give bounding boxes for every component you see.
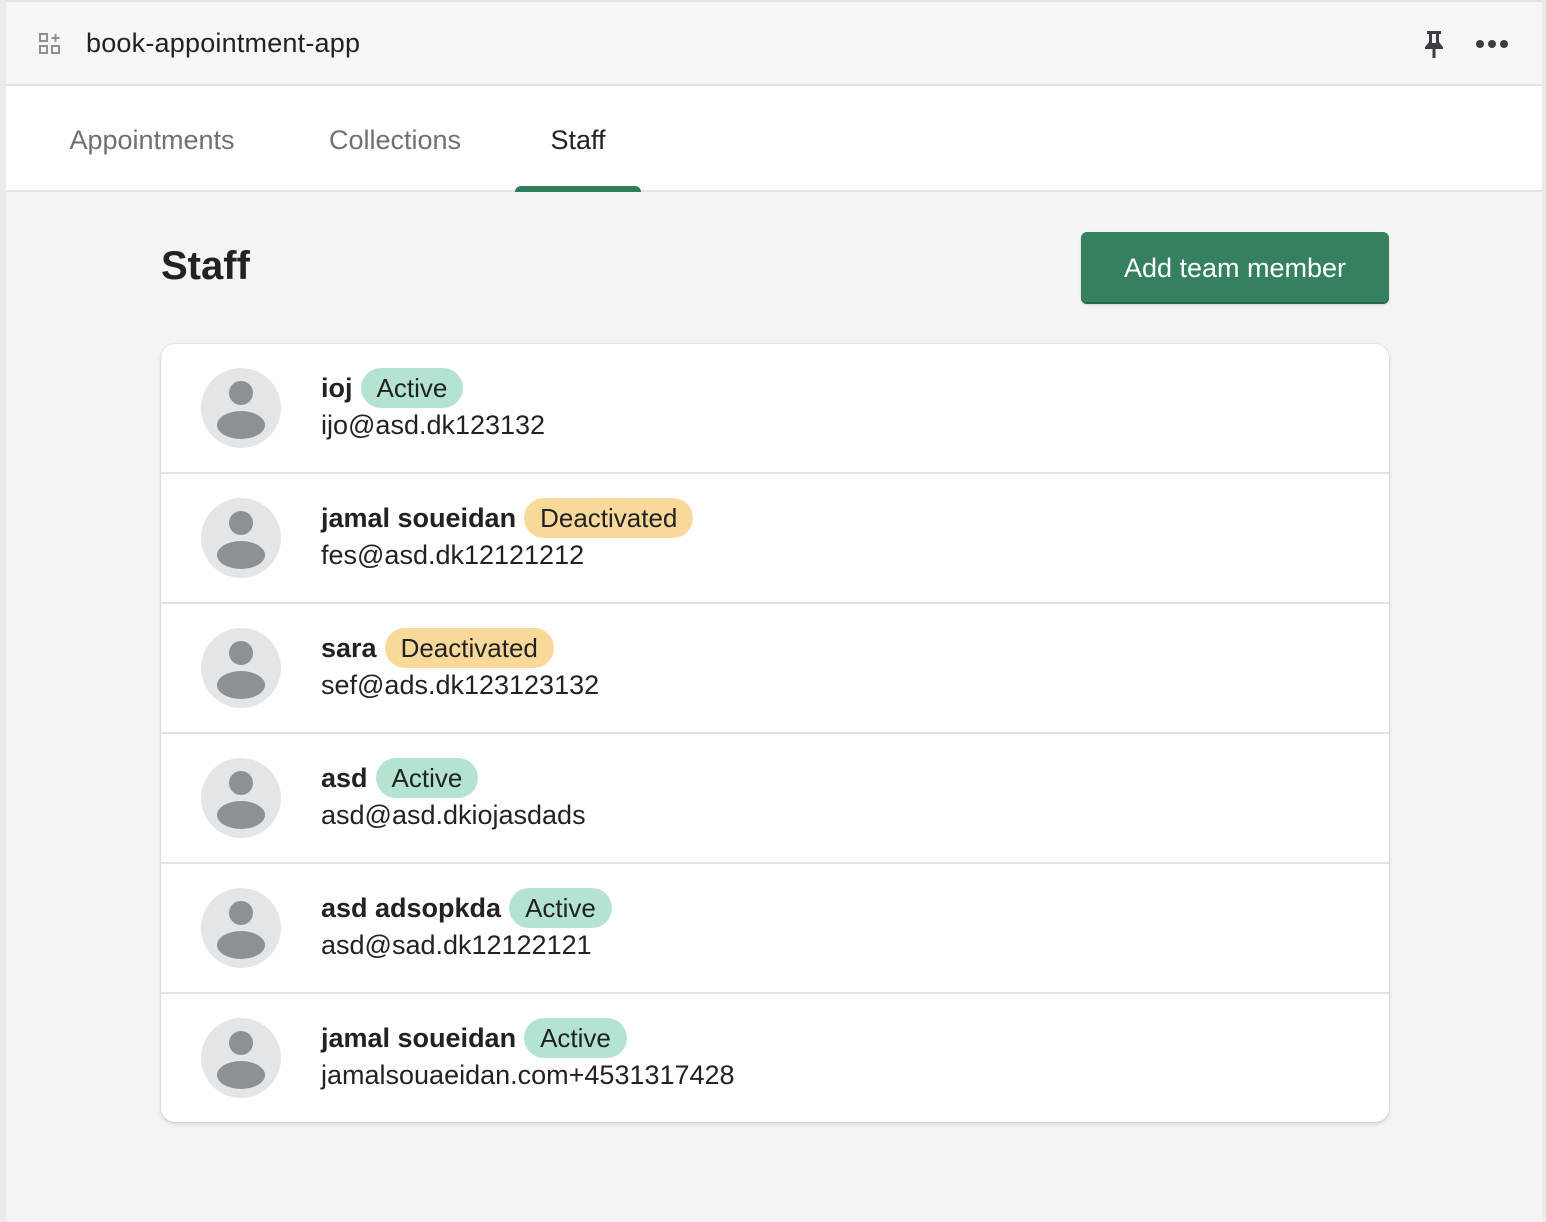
- staff-email: jamalsouaeidan.com+4531317428: [321, 1060, 735, 1090]
- staff-name-line: jamal soueidan Active: [321, 1018, 627, 1058]
- staff-name: asd: [321, 762, 368, 793]
- add-team-member-button[interactable]: Add team member: [1081, 232, 1389, 304]
- staff-name: asd adsopkda: [321, 892, 502, 923]
- staff-list: ioj Active ijo@asd.dk123132 jamal soueid…: [161, 344, 1389, 1122]
- staff-row[interactable]: sara Deactivated sef@ads.dk123123132: [161, 604, 1389, 734]
- staff-row[interactable]: jamal soueidan Active jamalsouaeidan.com…: [161, 994, 1389, 1122]
- page-title: Staff: [161, 244, 250, 288]
- app-frame: book-appointment-app Appointments Collec…: [0, 0, 1546, 1222]
- staff-name-line: sara Deactivated: [321, 628, 554, 668]
- status-badge: Active: [524, 1018, 627, 1058]
- staff-name: sara: [321, 632, 377, 663]
- staff-email: ijo@asd.dk123132: [321, 410, 546, 440]
- staff-email: sef@ads.dk123123132: [321, 670, 600, 700]
- tab-collections[interactable]: Collections: [310, 86, 480, 190]
- pin-icon[interactable]: [1420, 28, 1448, 60]
- staff-row[interactable]: asd Active asd@asd.dkiojasdads: [161, 734, 1389, 864]
- status-badge: Deactivated: [384, 628, 554, 668]
- tab-bar: Appointments Collections Staff: [6, 86, 1542, 192]
- avatar-placeholder-icon: [201, 1018, 281, 1098]
- avatar-placeholder-icon: [201, 368, 281, 448]
- staff-name-line: ioj Active: [321, 368, 464, 408]
- staff-email: asd@asd.dkiojasdads: [321, 800, 586, 830]
- staff-email: asd@sad.dk12122121: [321, 930, 592, 960]
- avatar-placeholder-icon: [201, 498, 281, 578]
- app-header: book-appointment-app: [6, 0, 1542, 86]
- status-badge: Active: [509, 888, 612, 928]
- app-title: book-appointment-app: [86, 28, 361, 58]
- status-badge: Deactivated: [524, 498, 694, 538]
- active-tab-indicator: [515, 186, 641, 192]
- staff-name: jamal soueidan: [321, 502, 517, 533]
- status-badge: Active: [360, 368, 464, 408]
- staff-name: jamal soueidan: [321, 1022, 517, 1053]
- staff-row[interactable]: ioj Active ijo@asd.dk123132: [161, 344, 1389, 474]
- avatar-placeholder-icon: [201, 888, 281, 968]
- apps-icon: [38, 32, 62, 56]
- avatar-placeholder-icon: [201, 758, 281, 838]
- staff-name-line: asd Active: [321, 758, 479, 798]
- staff-row[interactable]: jamal soueidan Deactivated fes@asd.dk121…: [161, 474, 1389, 604]
- tab-staff[interactable]: Staff: [515, 86, 641, 190]
- staff-email: fes@asd.dk12121212: [321, 540, 585, 570]
- status-badge: Active: [375, 758, 479, 798]
- staff-row[interactable]: asd adsopkda Active asd@sad.dk12122121: [161, 864, 1389, 994]
- avatar-placeholder-icon: [201, 628, 281, 708]
- staff-name-line: jamal soueidan Deactivated: [321, 498, 694, 538]
- tab-appointments[interactable]: Appointments: [50, 86, 254, 190]
- staff-name-line: asd adsopkda Active: [321, 888, 612, 928]
- staff-name: ioj: [321, 372, 353, 403]
- more-horizontal-icon[interactable]: [1474, 32, 1510, 56]
